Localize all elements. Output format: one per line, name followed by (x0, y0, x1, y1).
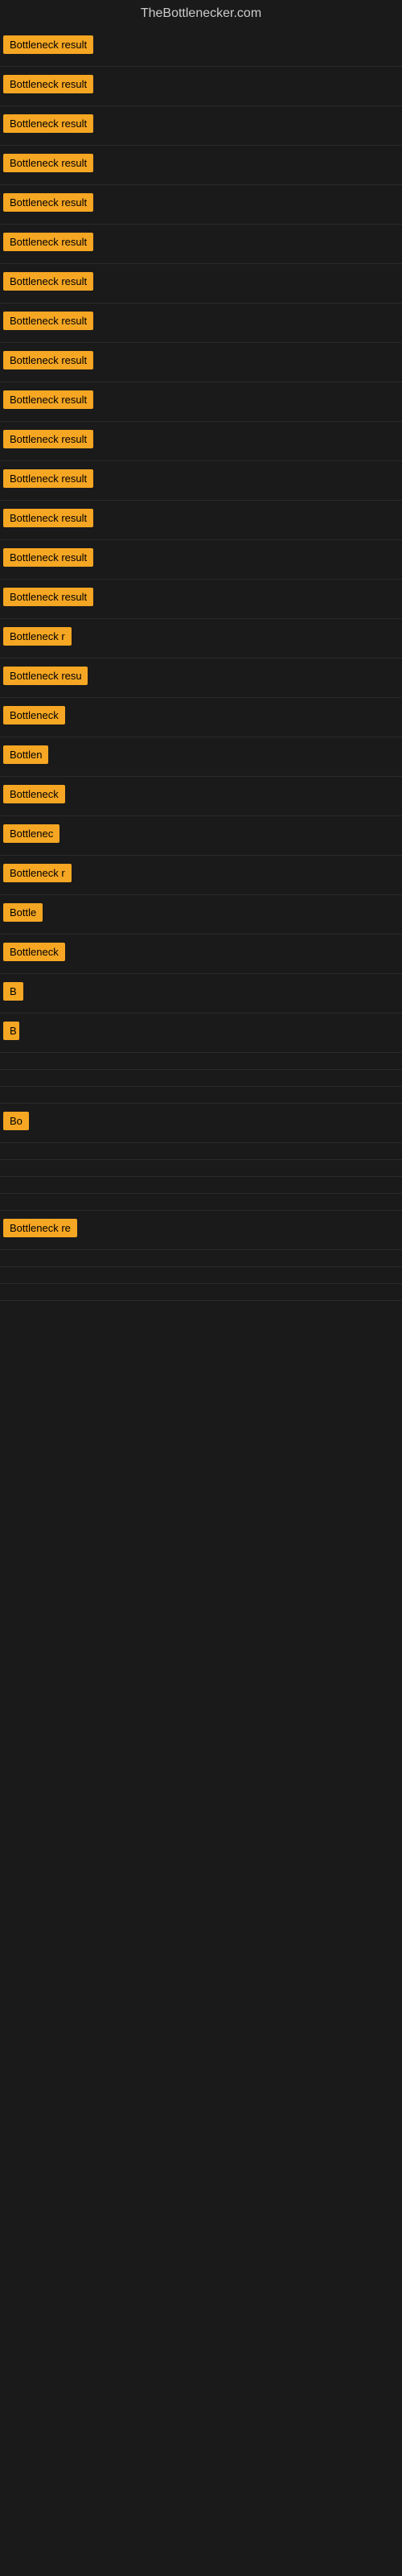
list-item: Bottleneck result (0, 185, 402, 225)
bottleneck-result-badge[interactable]: Bottleneck result (3, 390, 93, 409)
list-item (0, 1250, 402, 1267)
bottleneck-result-badge[interactable]: Bottleneck result (3, 509, 93, 527)
bottleneck-result-badge[interactable]: B (3, 982, 23, 1001)
list-item (0, 1194, 402, 1211)
bottleneck-result-badge[interactable]: Bottlenec (3, 824, 59, 843)
list-item: Bottleneck result (0, 106, 402, 146)
site-title: TheBottlenecker.com (0, 0, 402, 27)
bottleneck-result-badge[interactable]: Bottleneck (3, 943, 65, 961)
list-item: Bottleneck result (0, 580, 402, 619)
list-item: Bottlenec (0, 816, 402, 856)
list-item: Bottleneck result (0, 27, 402, 67)
list-item (0, 1177, 402, 1194)
list-item: Bottleneck result (0, 422, 402, 461)
bottleneck-result-badge[interactable]: Bottleneck result (3, 272, 93, 291)
bottleneck-result-badge[interactable]: Bottleneck result (3, 75, 93, 93)
bottleneck-result-badge[interactable]: Bo (3, 1112, 29, 1130)
bottleneck-result-badge[interactable]: Bottleneck result (3, 351, 93, 369)
list-item: Bo (0, 1104, 402, 1143)
list-item: Bottleneck result (0, 540, 402, 580)
bottleneck-result-badge[interactable]: Bottle (3, 903, 43, 922)
list-item (0, 1284, 402, 1301)
bottleneck-result-badge[interactable]: Bottleneck result (3, 548, 93, 567)
bottleneck-result-badge[interactable]: Bottleneck result (3, 35, 93, 54)
list-item: Bottleneck result (0, 146, 402, 185)
list-item: Bottleneck result (0, 343, 402, 382)
list-item: Bottleneck resu (0, 658, 402, 698)
bottleneck-result-badge[interactable]: B (3, 1022, 19, 1040)
list-item: Bottleneck r (0, 619, 402, 658)
bottleneck-result-badge[interactable]: Bottleneck re (3, 1219, 77, 1237)
list-item: Bottleneck (0, 698, 402, 737)
list-item: Bottleneck result (0, 461, 402, 501)
bottleneck-result-badge[interactable]: Bottleneck result (3, 469, 93, 488)
bottleneck-result-badge[interactable]: Bottleneck r (3, 864, 72, 882)
bottleneck-result-badge[interactable]: Bottleneck result (3, 154, 93, 172)
list-item: Bottleneck result (0, 303, 402, 343)
bottleneck-result-badge[interactable]: Bottlen (3, 745, 48, 764)
bottleneck-result-badge[interactable]: Bottleneck result (3, 233, 93, 251)
list-item: Bottleneck result (0, 67, 402, 106)
list-item: Bottleneck re (0, 1211, 402, 1250)
bottleneck-result-badge[interactable]: Bottleneck result (3, 430, 93, 448)
list-item: Bottleneck result (0, 501, 402, 540)
list-item: B (0, 974, 402, 1013)
site-header: TheBottlenecker.com (0, 0, 402, 27)
bottleneck-result-badge[interactable]: Bottleneck result (3, 312, 93, 330)
bottleneck-result-badge[interactable]: Bottleneck (3, 785, 65, 803)
list-item (0, 1070, 402, 1087)
list-item: Bottleneck result (0, 382, 402, 422)
list-item: Bottleneck (0, 777, 402, 816)
bottleneck-result-badge[interactable]: Bottleneck r (3, 627, 72, 646)
list-item: Bottleneck r (0, 856, 402, 895)
list-item: Bottleneck result (0, 225, 402, 264)
list-item (0, 1267, 402, 1284)
list-item (0, 1087, 402, 1104)
results-list: Bottleneck result Bottleneck result Bottle… (0, 27, 402, 1301)
list-item: Bottle (0, 895, 402, 935)
bottleneck-result-badge[interactable]: Bottleneck result (3, 193, 93, 212)
bottleneck-result-badge[interactable]: Bottleneck resu (3, 667, 88, 685)
list-item: Bottlen (0, 737, 402, 777)
bottleneck-result-badge[interactable]: Bottleneck (3, 706, 65, 724)
list-item (0, 1160, 402, 1177)
list-item: Bottleneck (0, 935, 402, 974)
list-item (0, 1143, 402, 1160)
bottleneck-result-badge[interactable]: Bottleneck result (3, 114, 93, 133)
bottleneck-result-badge[interactable]: Bottleneck result (3, 588, 93, 606)
list-item (0, 1053, 402, 1070)
list-item: B (0, 1013, 402, 1053)
list-item: Bottleneck result (0, 264, 402, 303)
